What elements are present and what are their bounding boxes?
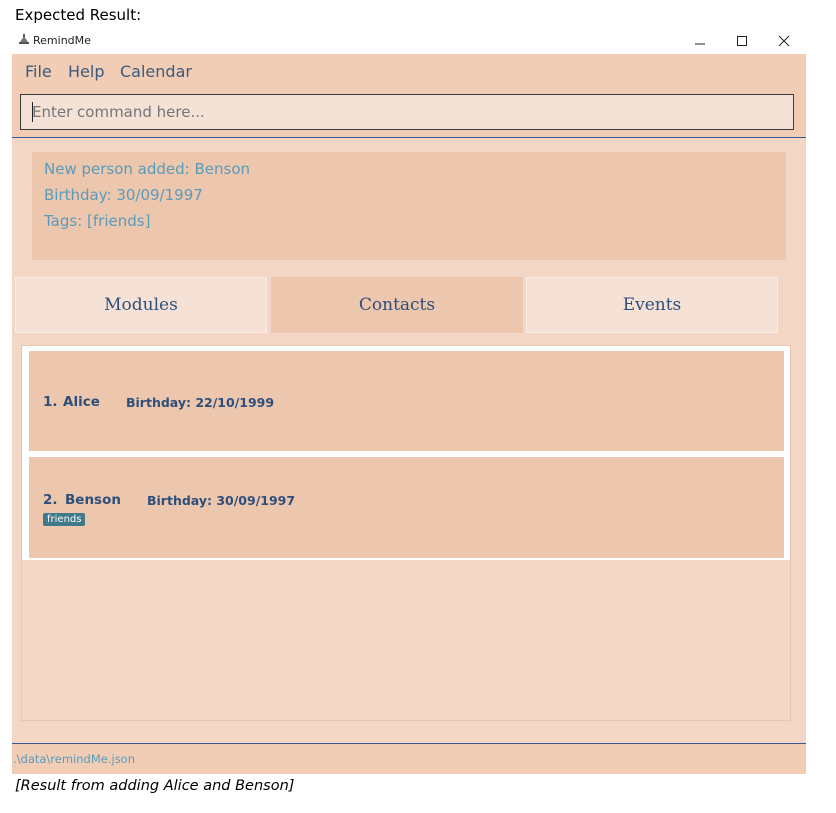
app-window: RemindMe File Help Calendar New person a… [12,27,806,774]
minimize-button[interactable] [678,27,722,54]
caption-bottom: [Result from adding Alice and Benson] [15,778,295,794]
result-line: Tags: [friends] [44,212,151,230]
tag-badge: friends [43,513,86,526]
close-icon [778,35,790,46]
maximize-button[interactable] [720,27,764,54]
result-display: New person added: Benson Birthday: 30/09… [32,152,786,260]
text-caret [32,102,33,122]
menu-file[interactable]: File [25,62,52,81]
contact-index: 1. [43,394,58,410]
command-input[interactable] [20,94,794,130]
tab-events[interactable]: Events [526,277,778,333]
tab-modules[interactable]: Modules [15,277,267,333]
app-logo-icon [19,34,29,44]
title-bar: RemindMe [12,27,806,54]
contact-name: Alice [63,394,100,410]
menu-bar: File Help Calendar [12,54,806,92]
contact-index: 2. [43,492,58,508]
contact-list: 1. Alice Birthday: 22/10/1999 2. Benson … [22,346,790,560]
result-line: New person added: Benson [44,160,251,178]
menu-calendar[interactable]: Calendar [120,62,192,81]
command-box [12,92,806,138]
contact-birthday: Birthday: 22/10/1999 [126,395,275,410]
menu-help[interactable]: Help [68,62,104,81]
maximize-icon [737,35,747,46]
minimize-icon [695,43,705,44]
contact-name: Benson [65,492,121,508]
close-button[interactable] [762,27,806,54]
caption-top: Expected Result: [15,6,142,24]
result-line: Birthday: 30/09/1997 [44,186,203,204]
status-bar: .\data\remindMe.json [12,743,806,774]
contact-card[interactable]: 1. Alice Birthday: 22/10/1999 [29,351,784,451]
contact-card[interactable]: 2. Benson Birthday: 30/09/1997 friends [29,457,784,558]
tab-contacts[interactable]: Contacts [271,277,523,333]
window-title: RemindMe [33,34,91,47]
contact-list-panel: 1. Alice Birthday: 22/10/1999 2. Benson … [21,345,791,721]
status-file-path: .\data\remindMe.json [13,752,136,766]
contact-birthday: Birthday: 30/09/1997 [147,493,296,508]
